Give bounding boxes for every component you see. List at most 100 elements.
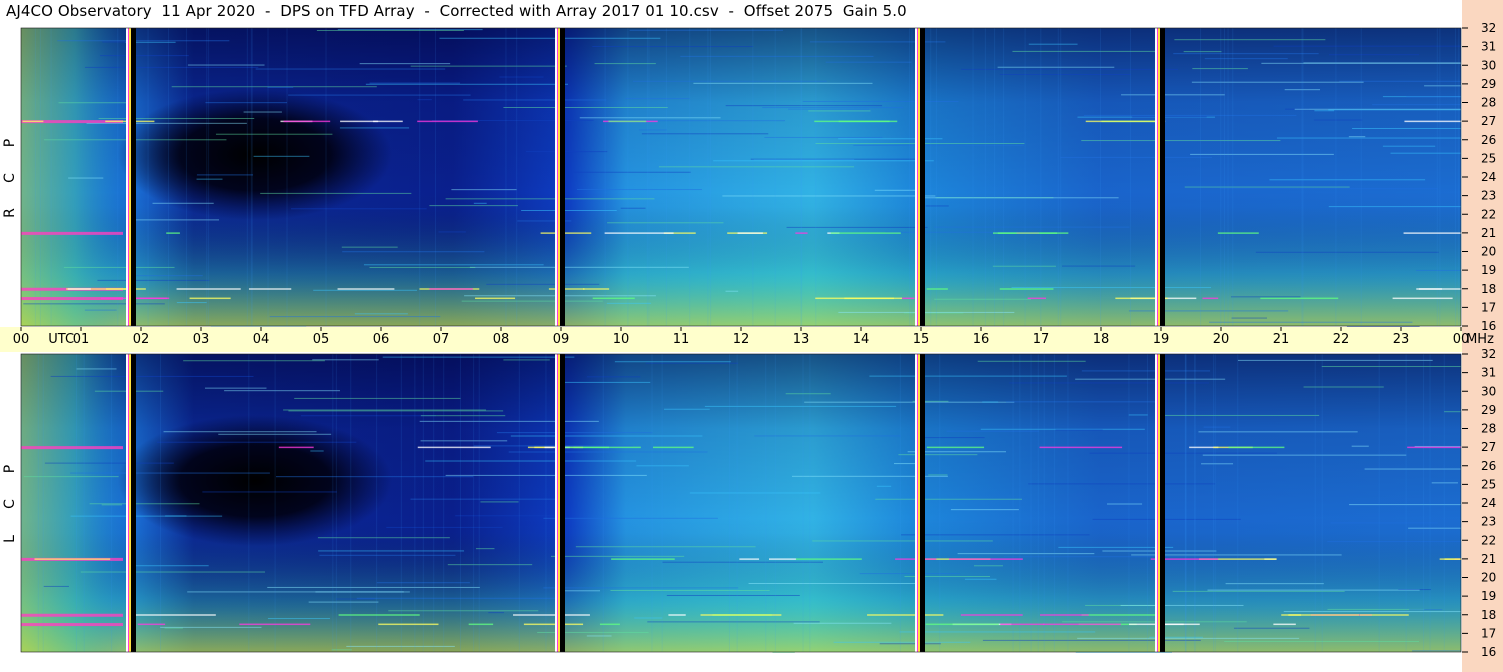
cal-gap-magenta (1157, 28, 1158, 326)
streak (664, 408, 710, 410)
streak (525, 151, 608, 153)
streak (1132, 116, 1207, 118)
streak (187, 64, 265, 66)
time-label-20: 20 (1213, 332, 1230, 347)
streak (1128, 414, 1148, 416)
streak (215, 133, 333, 135)
rfi-segment (1439, 558, 1461, 560)
rfi-segment (283, 120, 331, 123)
column (774, 354, 776, 652)
rfi-segment (592, 297, 635, 300)
time-label-03: 03 (193, 332, 210, 347)
rfi-segment (523, 623, 584, 626)
ytick-label: 23 (1481, 515, 1496, 529)
spectrogram-panel-bottom: 16 17 18 19 20 21 22 23 24 25 26 27 28 29 30 31 32 P C L (2, 347, 1496, 659)
streak (70, 472, 270, 474)
streak (950, 509, 1019, 511)
streak (163, 431, 317, 433)
streak (439, 37, 661, 39)
column (602, 354, 604, 652)
streak (825, 61, 912, 63)
time-label-01: 01 (73, 332, 90, 347)
streak (1237, 359, 1433, 361)
streak (205, 102, 287, 104)
streak (1003, 556, 1214, 558)
streak (641, 133, 769, 135)
ytick-label: 27 (1481, 440, 1496, 454)
ytick-label: 21 (1481, 552, 1496, 566)
rfi-segment (417, 446, 491, 449)
cal-gap-magenta (128, 28, 129, 326)
ytick-label: 18 (1481, 608, 1496, 622)
cal-gap-yellow (558, 28, 560, 326)
streak (1120, 604, 1244, 606)
time-label-09: 09 (553, 332, 570, 347)
streak (1191, 81, 1364, 83)
streak (294, 397, 461, 399)
column (37, 354, 39, 652)
column (376, 354, 378, 652)
column (459, 354, 461, 652)
streak (1081, 140, 1281, 142)
column (39, 28, 41, 326)
rfi-segment (926, 288, 948, 290)
column (332, 354, 334, 652)
column (518, 354, 520, 652)
streak (410, 498, 559, 500)
streak (1009, 382, 1209, 384)
rfi-segment (338, 614, 420, 616)
column (909, 28, 911, 326)
column (1436, 28, 1438, 326)
streak (645, 362, 739, 364)
streak (620, 207, 646, 209)
column (1194, 354, 1196, 652)
column (765, 354, 767, 652)
column (1458, 28, 1460, 326)
column (1378, 354, 1380, 652)
column (159, 354, 161, 652)
column (1060, 28, 1062, 326)
streak (636, 465, 689, 467)
streak (288, 94, 471, 96)
cal-gap-yellow (918, 354, 920, 652)
column (274, 354, 276, 652)
streak (356, 597, 559, 599)
ytick-label: 18 (1481, 282, 1496, 296)
column (930, 28, 932, 326)
ytick-label: 20 (1481, 245, 1496, 259)
column (75, 354, 77, 652)
streak (317, 537, 450, 539)
streak (1106, 503, 1143, 505)
streak (224, 390, 340, 392)
column (185, 28, 187, 326)
column (1335, 28, 1337, 326)
column (246, 28, 248, 326)
streak (1231, 317, 1268, 319)
streak (666, 594, 800, 596)
time-label-11: 11 (673, 332, 690, 347)
rfi-segment (562, 446, 641, 449)
column (1439, 28, 1441, 326)
column (648, 28, 650, 326)
streak (1348, 136, 1366, 138)
time-axis-band (0, 327, 1462, 352)
streak (543, 587, 739, 589)
streak (1204, 58, 1288, 60)
streak (750, 158, 922, 160)
streak (1184, 186, 1350, 188)
rfi-segment (548, 288, 585, 290)
column (168, 28, 170, 326)
streak (634, 617, 663, 619)
rfi-segment (844, 297, 903, 300)
ytick-label: 20 (1481, 571, 1496, 585)
ytick-label: 16 (1481, 319, 1496, 333)
streak (899, 631, 1096, 633)
streak (152, 202, 214, 204)
rfi-segment (668, 614, 686, 616)
rfi-segment (239, 623, 311, 626)
column (604, 28, 606, 326)
time-label-16: 16 (973, 332, 990, 347)
rfi-band-21 (21, 231, 123, 235)
column (400, 354, 402, 652)
column (752, 28, 754, 326)
